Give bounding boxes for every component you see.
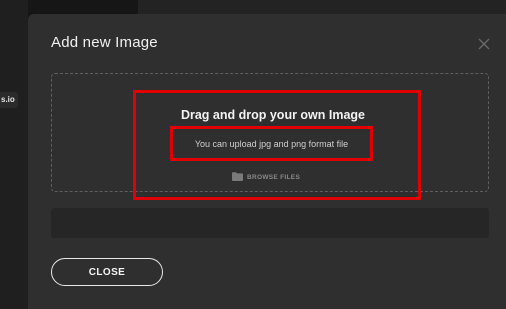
close-button[interactable]: CLOSE — [51, 258, 163, 286]
image-name-input[interactable] — [51, 208, 489, 238]
modal-title: Add new Image — [51, 34, 158, 51]
background-sidebar — [0, 0, 28, 309]
browse-files-label: BROWSE FILES — [247, 173, 301, 181]
browse-files-button[interactable]: BROWSE FILES — [232, 171, 300, 183]
dropzone-subtitle: You can upload jpg and png format file — [194, 138, 349, 149]
add-image-modal: Add new Image Drag and drop your own Ima… — [28, 14, 506, 309]
close-icon[interactable] — [478, 38, 490, 50]
dropzone-title: Drag and drop your own Image — [180, 108, 366, 122]
folder-icon — [232, 168, 243, 186]
background-header — [138, 0, 506, 14]
background-tag: s.io — [0, 92, 18, 108]
